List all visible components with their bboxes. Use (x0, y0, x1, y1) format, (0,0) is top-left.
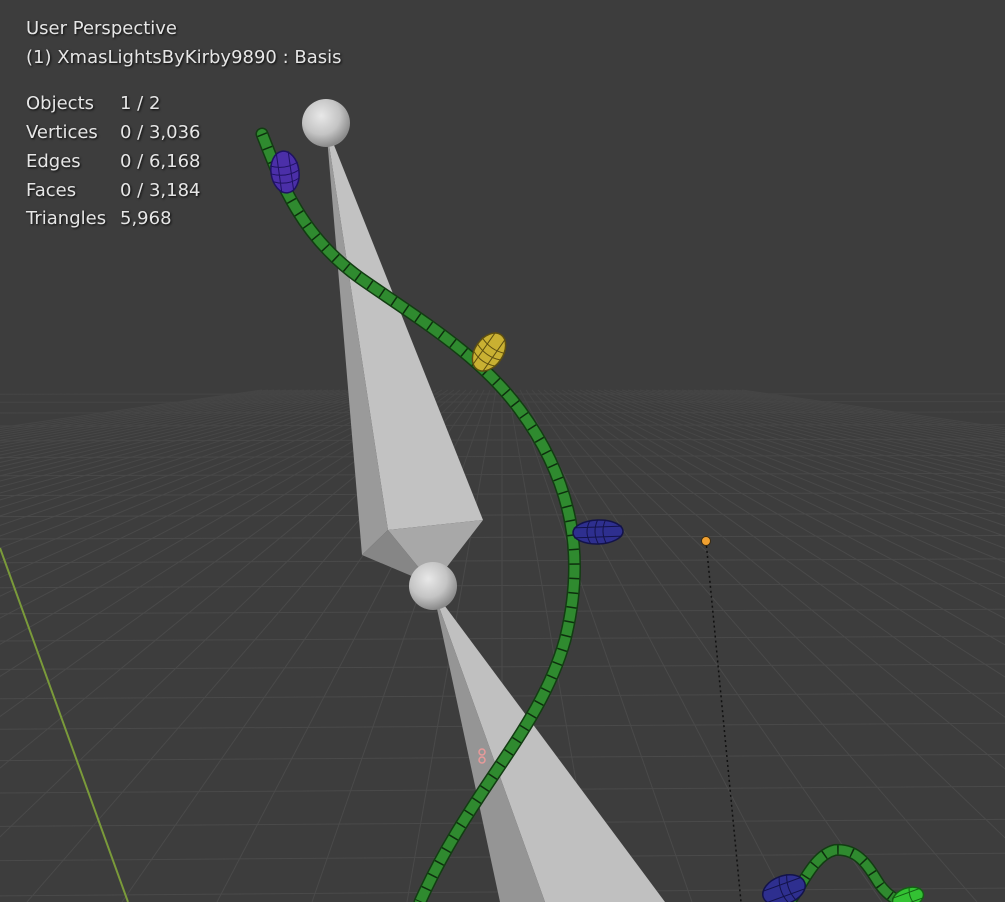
bone-head-sphere-upper[interactable] (302, 99, 350, 147)
scene-canvas[interactable] (0, 0, 1005, 902)
bulb-blue[interactable] (572, 519, 624, 545)
armature-bone-lower[interactable] (433, 590, 665, 902)
bone-joint-sphere[interactable] (409, 562, 457, 610)
3d-viewport[interactable]: User Perspective (1) XmasLightsByKirby98… (0, 0, 1005, 902)
y-axis-line (0, 547, 129, 902)
grid-fade (0, 0, 1005, 520)
light-wire-lower[interactable] (784, 843, 911, 902)
parent-relationship-line (705, 540, 742, 902)
object-origin-dot[interactable] (701, 536, 711, 546)
